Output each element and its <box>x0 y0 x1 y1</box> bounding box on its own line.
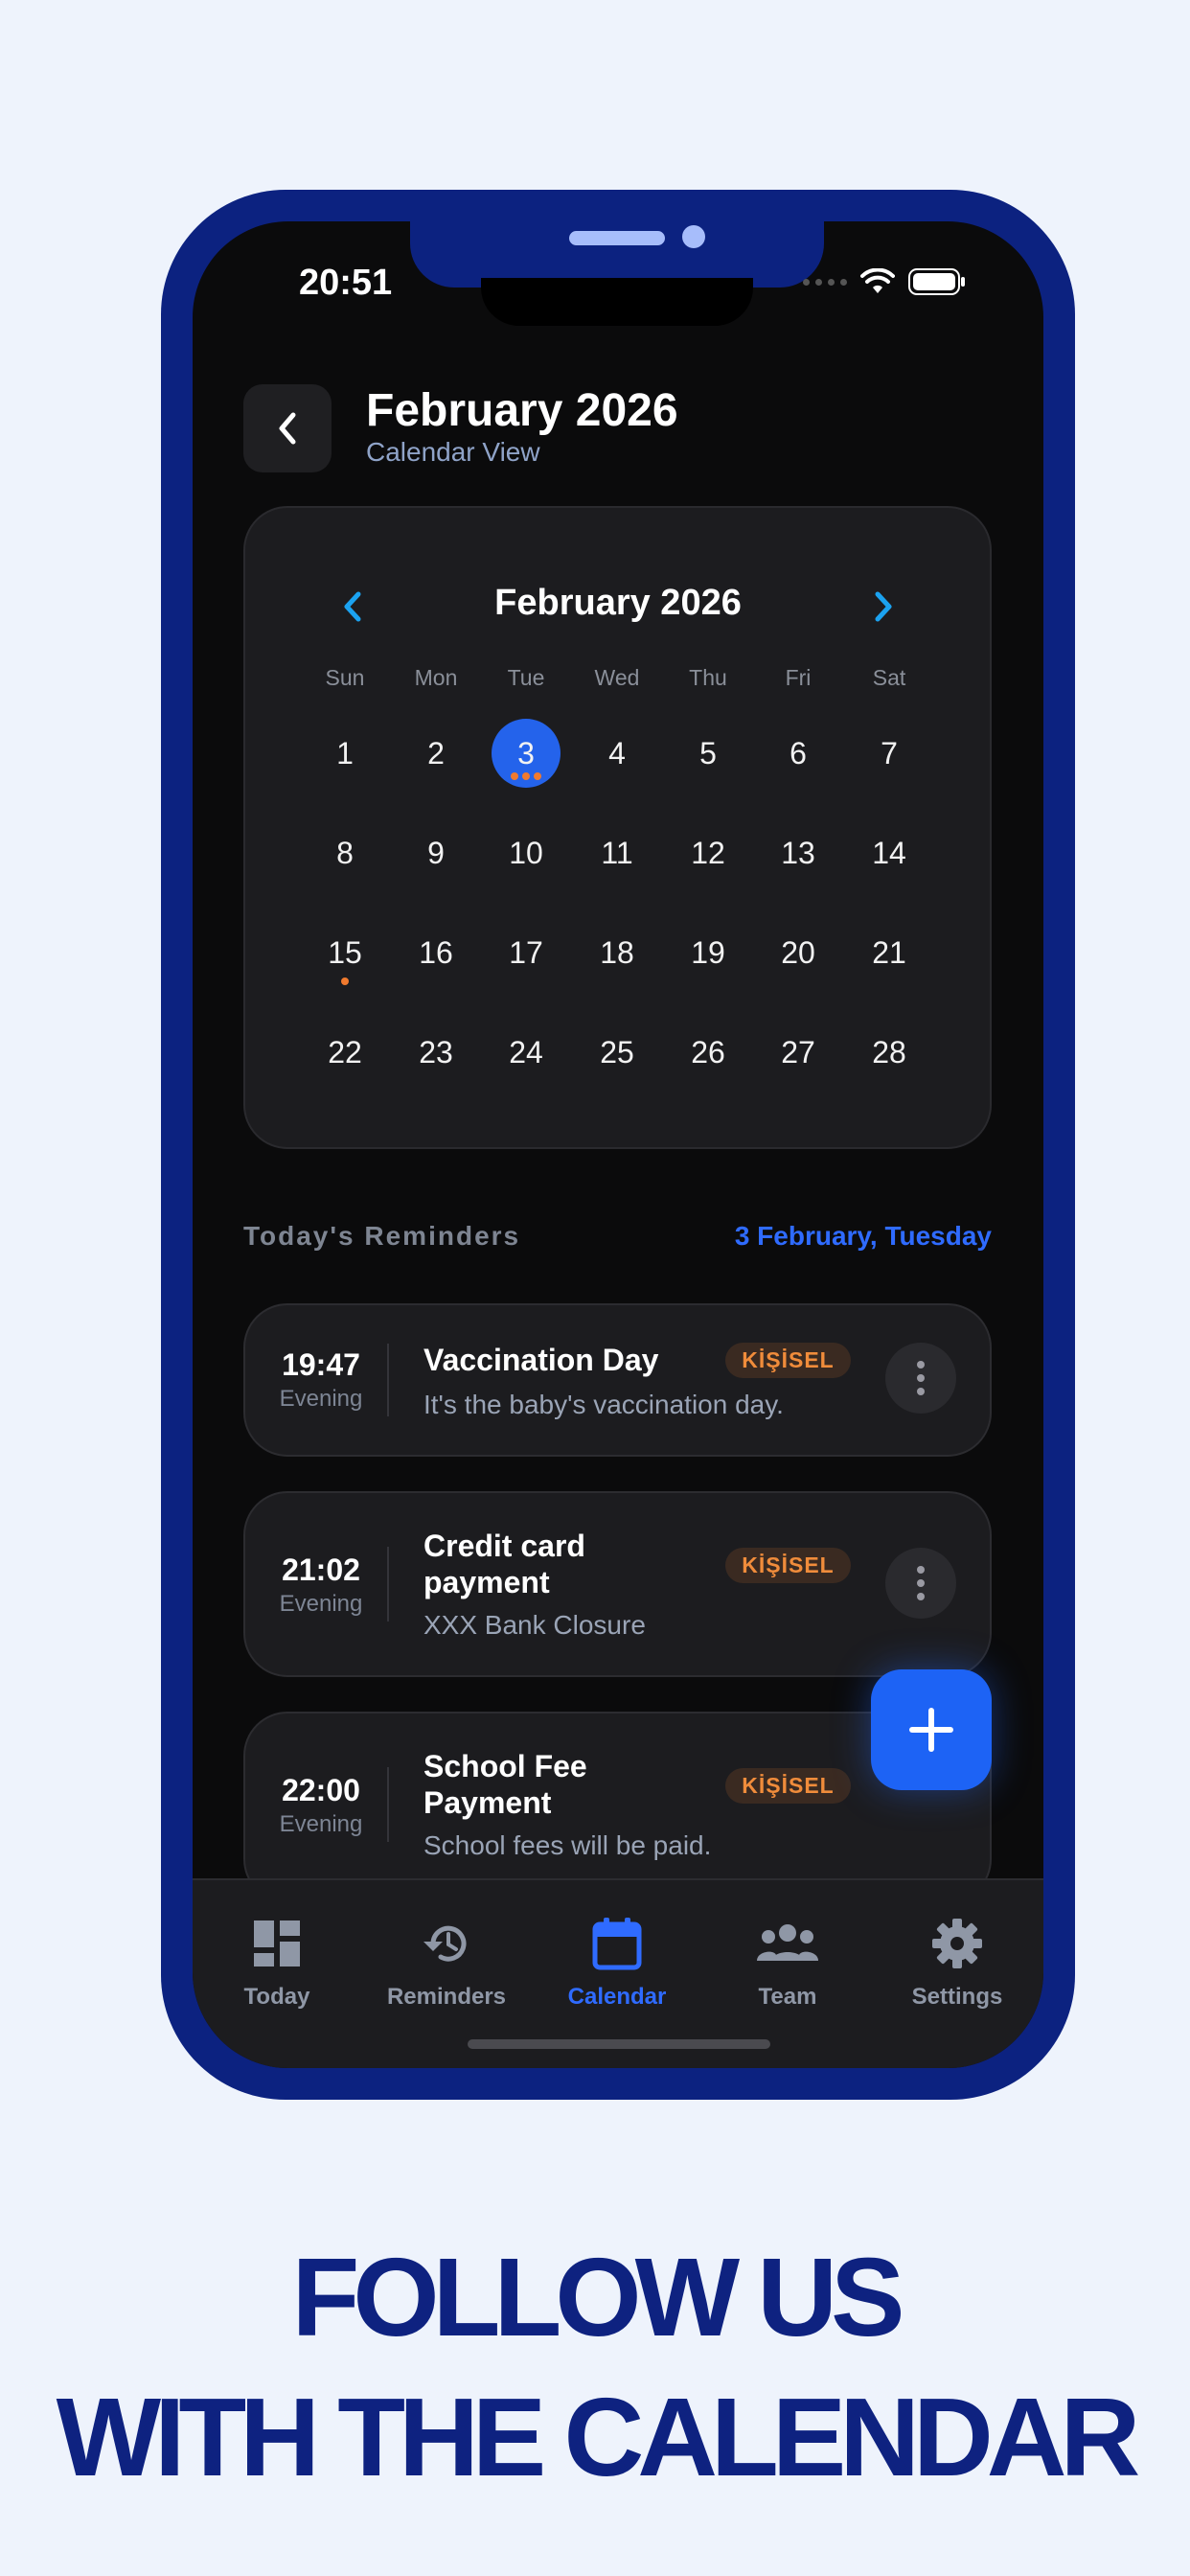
weekday-label: Wed <box>594 665 640 690</box>
calendar-day[interactable]: 24 <box>488 1018 564 1087</box>
calendar-day[interactable]: 2 <box>398 719 474 788</box>
calendar-day[interactable]: 9 <box>398 818 474 887</box>
calendar-day[interactable]: 17 <box>488 918 564 987</box>
tab-label: Team <box>758 1984 817 2010</box>
home-indicator[interactable] <box>468 2039 770 2049</box>
reminder-period: Evening <box>279 1386 363 1412</box>
weekday-label: Thu <box>689 665 727 690</box>
category-badge: KİŞİSEL <box>725 1343 851 1378</box>
reminder-title: School Fee Payment <box>423 1749 587 1820</box>
section-title: Today's Reminders <box>243 1221 521 1251</box>
calendar-day[interactable]: 27 <box>760 1018 836 1087</box>
reminder-period: Evening <box>279 1591 363 1617</box>
tab-today[interactable]: Today <box>195 1915 358 2011</box>
camera-housing <box>481 278 753 326</box>
category-badge: KİŞİSEL <box>725 1548 851 1583</box>
chevron-left-icon <box>279 412 296 445</box>
tab-calendar[interactable]: Calendar <box>536 1915 698 2011</box>
more-options-button[interactable] <box>885 1343 956 1414</box>
calendar-day[interactable]: 4 <box>579 719 655 788</box>
calendar-day[interactable]: 22 <box>307 1018 383 1087</box>
calendar-day[interactable]: 5 <box>670 719 746 788</box>
reminder-period: Evening <box>279 1811 363 1837</box>
calendar-day[interactable]: 18 <box>579 918 655 987</box>
wifi-icon <box>860 268 895 293</box>
calendar-month-label: February 2026 <box>494 583 742 623</box>
calendar-icon <box>592 1918 642 1970</box>
calendar-day[interactable]: 25 <box>579 1018 655 1087</box>
tab-label: Reminders <box>386 1984 507 2010</box>
weekday-label: Tue <box>507 665 545 690</box>
weekday-label: Sat <box>872 665 906 690</box>
battery-icon <box>908 268 965 295</box>
tab-reminders[interactable]: Reminders <box>365 1915 528 2011</box>
chevron-left-icon <box>344 591 361 622</box>
plus-icon <box>909 1708 953 1752</box>
divider <box>387 1344 389 1416</box>
dashboard-icon <box>254 1920 300 1966</box>
tab-label: Calendar <box>567 1984 667 2010</box>
promo-headline-line2: WITH THE CALENDAR <box>56 2375 1141 2499</box>
status-icons <box>803 268 966 295</box>
calendar-day[interactable]: 1 <box>307 719 383 788</box>
reminder-title: Credit card payment <box>423 1529 585 1599</box>
reminder-description: XXX Bank Closure <box>423 1610 646 1640</box>
event-indicator <box>341 978 349 985</box>
calendar-day[interactable]: 16 <box>398 918 474 987</box>
history-icon <box>423 1925 467 1962</box>
calendar-day[interactable]: 26 <box>670 1018 746 1087</box>
reminder-time: 22:00 <box>282 1773 360 1807</box>
calendar-day[interactable]: 28 <box>851 1018 927 1087</box>
divider <box>387 1547 389 1622</box>
speaker-grille <box>569 231 665 245</box>
chevron-right-icon <box>875 591 892 622</box>
divider <box>387 1767 389 1842</box>
calendar-day[interactable]: 19 <box>670 918 746 987</box>
more-options-button[interactable] <box>885 1548 956 1619</box>
next-month-button[interactable] <box>866 583 901 631</box>
tab-team[interactable]: Team <box>706 1915 869 2011</box>
calendar-day[interactable]: 21 <box>851 918 927 987</box>
reminder-time: 19:47 <box>282 1347 360 1382</box>
calendar-day[interactable]: 10 <box>488 818 564 887</box>
team-icon <box>757 1924 818 1961</box>
prev-month-button[interactable] <box>335 583 370 631</box>
gear-icon <box>932 1919 982 1968</box>
page-subtitle: Calendar View <box>366 437 540 467</box>
calendar-day[interactable]: 23 <box>398 1018 474 1087</box>
calendar-day[interactable]: 11 <box>579 818 655 887</box>
calendar-day[interactable]: 8 <box>307 818 383 887</box>
tab-settings[interactable]: Settings <box>876 1915 1039 2011</box>
camera-dot <box>682 225 705 248</box>
reminder-title: Vaccination Day <box>423 1343 659 1377</box>
weekday-label: Mon <box>414 665 458 690</box>
page-title: February 2026 <box>366 385 678 436</box>
add-reminder-button[interactable] <box>871 1669 992 1790</box>
calendar-day[interactable]: 13 <box>760 818 836 887</box>
calendar-day[interactable]: 6 <box>760 719 836 788</box>
calendar-day[interactable]: 7 <box>851 719 927 788</box>
category-badge: KİŞİSEL <box>725 1768 851 1804</box>
calendar-day[interactable]: 20 <box>760 918 836 987</box>
reminder-time: 21:02 <box>282 1552 360 1587</box>
reminder-description: School fees will be paid. <box>423 1830 712 1860</box>
reminder-description: It's the baby's vaccination day. <box>423 1390 784 1419</box>
section-date: 3 February, Tuesday <box>734 1221 992 1251</box>
calendar-day[interactable]: 14 <box>851 818 927 887</box>
promo-headline-line1: FOLLOW US <box>291 2235 905 2359</box>
status-time: 20:51 <box>299 263 393 303</box>
weekday-label: Fri <box>785 665 812 690</box>
calendar-day[interactable]: 12 <box>670 818 746 887</box>
tab-label: Settings <box>911 1984 1003 2010</box>
signal-icon <box>803 278 847 286</box>
weekday-label: Sun <box>325 665 365 690</box>
tab-label: Today <box>243 1984 310 2010</box>
event-indicator <box>511 772 541 780</box>
back-button[interactable] <box>243 384 332 472</box>
